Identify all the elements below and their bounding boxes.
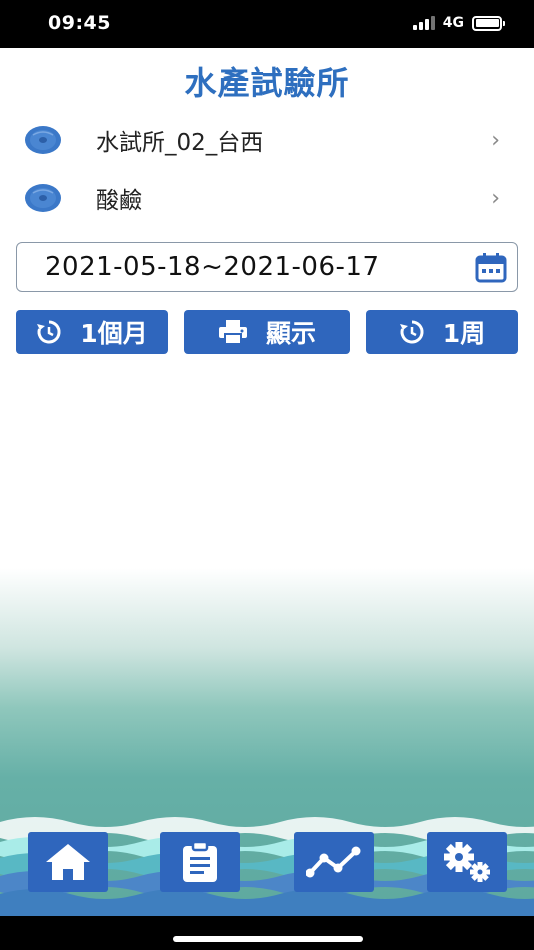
bottom-bar bbox=[0, 916, 534, 950]
nav-report-button[interactable] bbox=[160, 832, 240, 892]
page-title: 水產試驗所 bbox=[184, 64, 350, 102]
calendar-icon[interactable] bbox=[475, 253, 507, 283]
home-indicator[interactable] bbox=[173, 936, 363, 942]
network-type: 4G bbox=[442, 15, 464, 31]
show-button[interactable]: 顯示 bbox=[184, 310, 350, 354]
nav-settings-button[interactable] bbox=[427, 832, 507, 892]
line-chart-icon bbox=[306, 846, 361, 878]
disc-icon bbox=[25, 184, 61, 212]
home-icon bbox=[46, 844, 90, 880]
parameter-label: 酸鹼 bbox=[96, 188, 142, 214]
disc-icon bbox=[25, 126, 61, 154]
nav-home-button[interactable] bbox=[28, 832, 108, 892]
gears-icon bbox=[444, 842, 490, 882]
clipboard-icon bbox=[183, 841, 217, 882]
show-label: 顯示 bbox=[265, 319, 316, 348]
one-week-label: 1周 bbox=[442, 319, 486, 348]
parameter-selector-row[interactable]: 酸鹼 › bbox=[0, 172, 534, 224]
site-selector-row[interactable]: 水試所_02_台西 › bbox=[0, 114, 534, 166]
battery-icon bbox=[472, 15, 505, 31]
date-range-field[interactable]: 2021-05-18~2021-06-17 bbox=[16, 242, 518, 292]
nav-chart-button[interactable] bbox=[294, 832, 374, 892]
signal-icon bbox=[412, 16, 435, 30]
status-bar: 09:45 4G bbox=[0, 0, 534, 48]
chevron-right-icon: › bbox=[491, 127, 500, 153]
status-indicators: 4G bbox=[412, 15, 505, 31]
history-icon bbox=[399, 320, 424, 344]
date-range-text: 2021-05-18~2021-06-17 bbox=[45, 252, 380, 282]
history-icon bbox=[37, 320, 61, 344]
status-time: 09:45 bbox=[48, 12, 111, 34]
printer-icon bbox=[218, 320, 247, 345]
site-label: 水試所_02_台西 bbox=[96, 130, 264, 156]
one-week-button[interactable]: 1周 bbox=[366, 310, 518, 354]
app-screen: 水產試驗所 水試所_02_台西 › 酸鹼 › 2021-05-18~2021-0… bbox=[0, 48, 534, 916]
one-month-button[interactable]: 1個月 bbox=[16, 310, 168, 354]
one-month-label: 1個月 bbox=[80, 319, 148, 348]
chevron-right-icon: › bbox=[491, 185, 500, 211]
